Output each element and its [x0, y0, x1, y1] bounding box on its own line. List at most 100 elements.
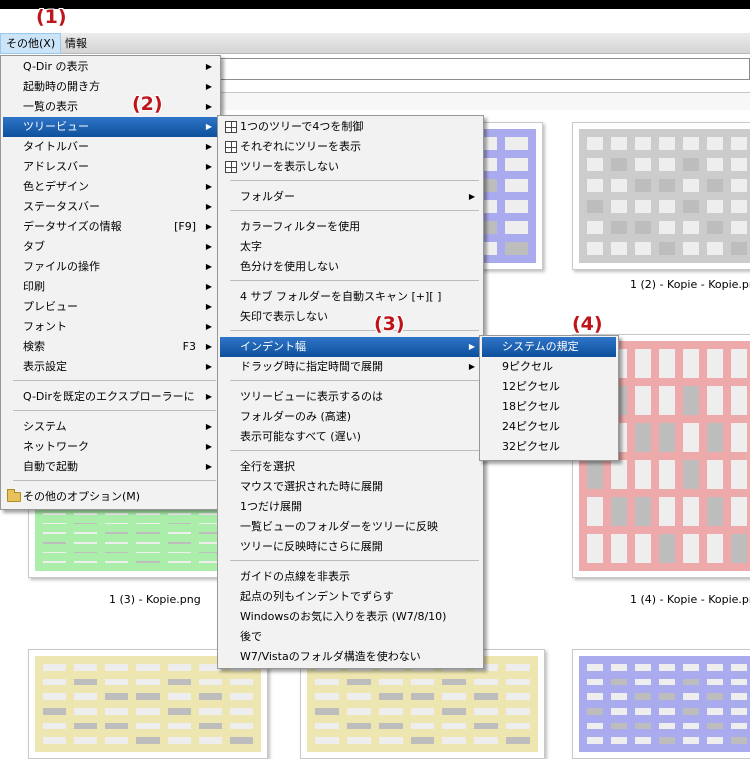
menu1-item-15[interactable]: 表示設定 ▶	[3, 357, 218, 377]
thumbnail-cell	[167, 561, 191, 563]
thumbnail-caption[interactable]: 1 (3) - Kopie.png	[109, 593, 201, 606]
menu2-item-9[interactable]: インデント幅 ▶	[220, 337, 481, 357]
menu-item-label: フォルダーのみ (高速)	[240, 410, 352, 423]
thumbnail-caption[interactable]: 1 (2) - Kopie - Kopie.png	[630, 278, 750, 291]
thumbnail-cell	[731, 137, 747, 150]
thumbnail-cell	[167, 678, 191, 686]
thumbnail-cell	[707, 693, 723, 700]
menu2-item-16[interactable]: 1つだけ展開	[220, 497, 481, 517]
menu2-item-4[interactable]: カラーフィルターを使用	[220, 217, 481, 237]
thumbnail-cell	[707, 386, 723, 415]
menu2-item-23[interactable]: W7/Vistaのフォルダ構造を使わない	[220, 647, 481, 667]
folder-icon	[7, 489, 21, 502]
menu2-item-22[interactable]: 後で	[220, 627, 481, 647]
submenu-arrow-icon: ▶	[205, 342, 212, 351]
menu-item-label: カラーフィルターを使用	[240, 220, 361, 233]
menu1-item-13[interactable]: フォント ▶	[3, 317, 218, 337]
thumbnail-cell	[74, 693, 98, 700]
menu2-item-3[interactable]: フォルダー ▶	[220, 187, 481, 207]
thumbnail-cell	[731, 242, 747, 255]
thumbnail-cell	[474, 737, 499, 744]
thumbnail-cell	[442, 693, 467, 700]
menu2-item-5[interactable]: 太字	[220, 237, 481, 257]
menu1-item-14[interactable]: 検索 F3 ▶	[3, 337, 218, 357]
menu1-item-17[interactable]: システム ▶	[3, 417, 218, 437]
column-header-bar	[220, 92, 750, 110]
menu3-item-5[interactable]: 32ピクセル	[482, 437, 616, 457]
menu2-item-17[interactable]: 一覧ビューのフォルダーをツリーに反映	[220, 517, 481, 537]
submenu-arrow-icon: ▶	[205, 282, 212, 291]
menu2-item-2[interactable]: ツリーを表示しない	[220, 157, 481, 177]
thumbnail-cell	[659, 349, 675, 378]
thumbnail-cell	[635, 460, 651, 489]
thumbnail-cell	[74, 541, 98, 544]
menu-item-label: 後で	[240, 630, 262, 643]
menu1-item-8[interactable]: データサイズの情報 [F9] ▶	[3, 217, 218, 237]
menu1-item-10[interactable]: ファイルの操作 ▶	[3, 257, 218, 277]
menu2-item-10[interactable]: ドラッグ時に指定時間で展開 ▶	[220, 357, 481, 377]
thumbnail-cell	[683, 158, 699, 171]
thumbnail-cell	[442, 707, 467, 715]
menu1-item-7[interactable]: ステータスバー ▶	[3, 197, 218, 217]
menu-other[interactable]: その他(X)	[0, 33, 62, 54]
menu3-item-3[interactable]: 18ピクセル	[482, 397, 616, 417]
menu2-item-18[interactable]: ツリーに反映時にさらに展開	[220, 537, 481, 557]
menu2-item-11[interactable]: ツリービューに表示するのは	[220, 387, 481, 407]
submenu-arrow-icon: ▶	[205, 442, 212, 451]
menu2-item-12[interactable]: フォルダーのみ (高速)	[220, 407, 481, 427]
menu2-item-1[interactable]: それぞれにツリーを表示	[220, 137, 481, 157]
thumbnail-cell	[611, 678, 627, 686]
menu2-item-0[interactable]: 1つのツリーで4つを制御	[220, 117, 481, 137]
menu2-item-13[interactable]: 表示可能なすべて (遅い)	[220, 427, 481, 447]
thumbnail-cell	[229, 737, 253, 744]
thumbnail-gray[interactable]	[572, 122, 750, 270]
menu2-item-7[interactable]: 4 サブ フォルダーを自動スキャン [+][ ]	[220, 287, 481, 307]
address-bar[interactable]	[220, 58, 750, 80]
menu2-item-21[interactable]: Windowsのお気に入りを表示 (W7/8/10)	[220, 607, 481, 627]
thumbnail-cell	[378, 693, 403, 700]
menu1-item-0[interactable]: Q-Dir の表示 ▶	[3, 57, 218, 77]
menu-item-label: 起動時の開き方	[23, 80, 100, 93]
menu1-item-16[interactable]: Q-Dirを既定のエクスプローラーに ▶	[3, 387, 218, 407]
thumbnail-cell	[611, 158, 627, 171]
menu-info[interactable]: 情報	[60, 33, 92, 54]
menu2-item-14[interactable]: 全行を選択	[220, 457, 481, 477]
thumbnail-cell	[635, 221, 651, 234]
menu2-item-19[interactable]: ガイドの点線を非表示	[220, 567, 481, 587]
thumbnail-cell	[683, 737, 699, 744]
menu1-item-1[interactable]: 起動時の開き方 ▶	[3, 77, 218, 97]
menu-item-label: ファイルの操作	[23, 260, 100, 273]
menu1-item-11[interactable]: 印刷 ▶	[3, 277, 218, 297]
thumbnail-blue-bottom[interactable]	[572, 649, 750, 759]
menu2-item-8[interactable]: 矢印で表示しない	[220, 307, 481, 327]
menu1-item-18[interactable]: ネットワーク ▶	[3, 437, 218, 457]
menu1-item-6[interactable]: 色とデザイン ▶	[3, 177, 218, 197]
menu1-item-20[interactable]: その他のオプション(M)	[3, 487, 218, 507]
menu1-item-12[interactable]: プレビュー ▶	[3, 297, 218, 317]
menu-item-label: Windowsのお気に入りを表示 (W7/8/10)	[240, 610, 447, 623]
menu3-item-2[interactable]: 12ピクセル	[482, 377, 616, 397]
thumbnail-cell	[378, 678, 403, 686]
menu1-item-19[interactable]: 自動で起動 ▶	[3, 457, 218, 477]
menu2-item-15[interactable]: マウスで選択された時に展開	[220, 477, 481, 497]
thumbnail-cell	[198, 693, 222, 700]
menu3-item-4[interactable]: 24ピクセル	[482, 417, 616, 437]
thumbnail-cell	[587, 707, 603, 715]
thumbnail-cell	[683, 534, 699, 563]
menu1-item-2[interactable]: 一覧の表示 ▶	[3, 97, 218, 117]
thumbnail-caption[interactable]: 1 (4) - Kopie - Kopie.png	[630, 593, 750, 606]
menu1-item-4[interactable]: タイトルバー ▶	[3, 137, 218, 157]
thumbnail-cell	[105, 707, 129, 715]
menu1-item-3[interactable]: ツリービュー ▶	[3, 117, 218, 137]
menu1-item-5[interactable]: アドレスバー ▶	[3, 157, 218, 177]
menu2-item-6[interactable]: 色分けを使用しない	[220, 257, 481, 277]
menu-item-label: フォルダー	[240, 190, 295, 203]
menu2-item-20[interactable]: 起点の列もインデントでずらす	[220, 587, 481, 607]
thumbnail-cell	[43, 707, 67, 715]
menu3-item-0[interactable]: システムの規定	[482, 337, 616, 357]
thumbnail-cell	[635, 693, 651, 700]
menu-item-label: ツリーに反映時にさらに展開	[240, 540, 383, 553]
thumbnail-cell	[659, 179, 675, 192]
menu1-item-9[interactable]: タブ ▶	[3, 237, 218, 257]
menu3-item-1[interactable]: 9ピクセル	[482, 357, 616, 377]
